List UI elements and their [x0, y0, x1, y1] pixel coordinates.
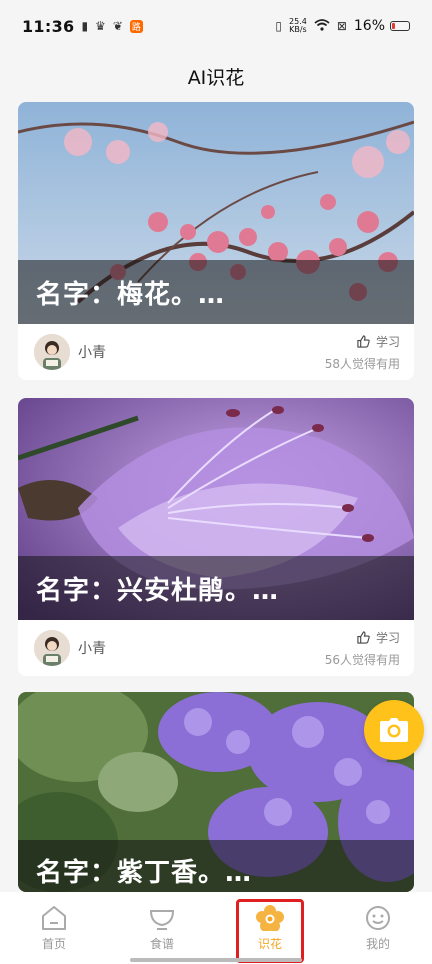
tab-recipes[interactable]: 食谱 — [108, 892, 216, 964]
flower-photo-plum[interactable]: 名字：梅花。… — [18, 102, 414, 324]
flower-photo-rhododendron[interactable]: 名字：兴安杜鹃。… — [18, 398, 414, 620]
home-icon — [42, 905, 66, 930]
author-info[interactable]: 小青 — [34, 334, 106, 370]
avatar[interactable] — [34, 630, 70, 666]
card-stats: 学习 58人觉得有用 — [325, 333, 400, 372]
useful-count: 58人觉得有用 — [324, 356, 400, 371]
flower-photo-lilac[interactable]: 名字：紫丁香。… — [18, 692, 414, 892]
tab-label: 首页 — [41, 936, 66, 951]
flower-name: 名字：紫丁香。… — [36, 858, 253, 888]
leaf-icon: ❦ — [112, 19, 123, 33]
camera-icon — [380, 718, 408, 742]
tab-flower-recognition[interactable]: 识花 — [216, 892, 324, 964]
useful-count: 56人觉得有用 — [324, 652, 400, 667]
wifi-icon — [314, 18, 330, 34]
battery-icon — [390, 21, 410, 31]
flower-card[interactable]: 名字：梅花。… 小青 学习 58人觉得有用 — [18, 102, 414, 380]
home-indicator — [130, 958, 302, 962]
like-button[interactable]: 学习 — [325, 333, 400, 350]
card-footer: 小青 学习 56人觉得有用 — [18, 620, 414, 676]
tab-label: 我的 — [365, 936, 390, 951]
like-button[interactable]: 学习 — [325, 629, 400, 646]
flower-card[interactable]: 名字：紫丁香。… — [18, 692, 414, 892]
app-notification-icon: 路 — [129, 19, 143, 33]
sim-icon: ▮ — [81, 19, 89, 33]
tab-label: 识花 — [257, 936, 282, 951]
tab-profile[interactable]: 我的 — [324, 892, 432, 964]
tab-label: 食谱 — [149, 936, 174, 951]
photo-caption-bar: 名字：梅花。… — [18, 260, 414, 324]
card-footer: 小青 学习 58人觉得有用 — [18, 324, 414, 380]
smile-icon — [366, 905, 390, 930]
flower-card[interactable]: 名字：兴安杜鹃。… 小青 学习 56人觉得有用 — [18, 398, 414, 676]
author-name: 小青 — [78, 641, 106, 657]
bowl-icon — [149, 909, 175, 930]
photo-caption-bar: 名字：兴安杜鹃。… — [18, 556, 414, 620]
author-info[interactable]: 小青 — [34, 630, 106, 666]
page-title: AI识花 — [187, 66, 245, 89]
signal-off-icon: ⊠ — [336, 19, 347, 33]
crown-icon: ♛ — [95, 19, 106, 33]
network-speed: 25.4 KB/s — [289, 17, 307, 34]
page-header: AI识花 — [0, 52, 432, 100]
vibrate-icon: ▯ — [275, 19, 282, 33]
thumbs-up-icon — [357, 630, 370, 644]
camera-button[interactable] — [364, 700, 424, 760]
tab-home[interactable]: 首页 — [0, 892, 108, 964]
author-name: 小青 — [78, 345, 106, 361]
status-bar: 11:36 ▮ ♛ ❦ 路 ▯ 25.4 KB/s ⊠ 16% — [0, 0, 432, 52]
flower-name: 名字：梅花。… — [36, 279, 226, 310]
photo-caption-bar: 名字：紫丁香。… — [18, 840, 414, 892]
flower-icon — [256, 904, 284, 931]
status-time: 11:36 — [22, 16, 75, 36]
thumbs-up-icon — [357, 334, 370, 348]
bottom-tab-bar: 首页 食谱 识花 我的 — [0, 892, 432, 964]
flower-name: 名字：兴安杜鹃。… — [36, 575, 280, 606]
like-label: 学习 — [375, 334, 400, 349]
card-stats: 学习 56人觉得有用 — [325, 629, 400, 668]
avatar[interactable] — [34, 334, 70, 370]
battery-indicator: 16% — [354, 18, 410, 34]
like-label: 学习 — [375, 630, 400, 645]
